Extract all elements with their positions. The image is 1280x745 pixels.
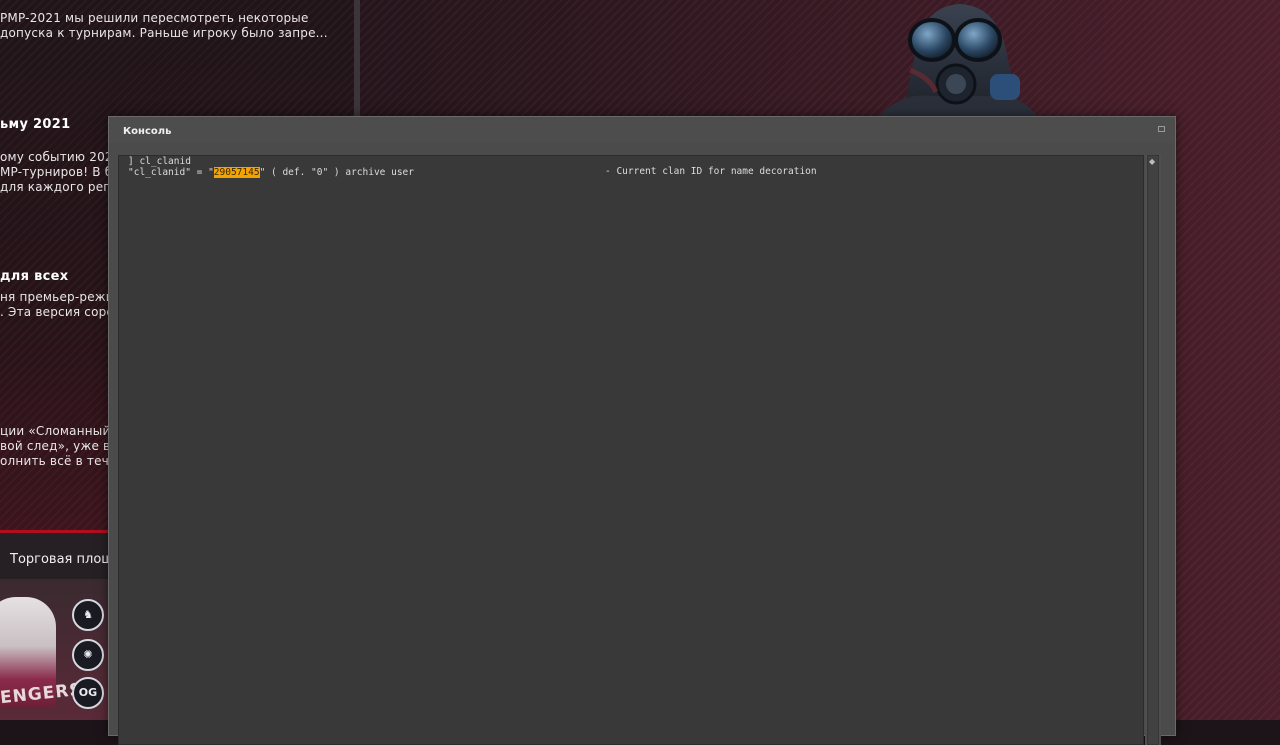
- news-item-text: вой след», уже вы: [0, 439, 121, 453]
- console-title: Консоль: [123, 126, 172, 137]
- console-scrollbar[interactable]: ◆: [1145, 155, 1161, 745]
- og-logo-icon: OG: [72, 677, 104, 709]
- news-item-title[interactable]: для всех: [0, 269, 68, 284]
- news-item-text: PMP-2021 мы решили пересмотреть некоторы…: [0, 11, 309, 25]
- news-item-text: ции «Сломанный: [0, 424, 111, 438]
- news-item-text: MP-турниров! В бл: [0, 165, 121, 179]
- console-var-line: "cl_clanid" = "29057145" ( def. "0" ) ar…: [128, 167, 414, 178]
- console-command-line: ] cl_clanid: [128, 156, 191, 167]
- scroll-up-icon[interactable]: ◆: [1149, 158, 1155, 166]
- liquid-logo-icon: ♞: [72, 599, 104, 631]
- scrollbar-track[interactable]: [1147, 155, 1159, 745]
- market-tab-label: Торговая площ: [10, 552, 110, 567]
- og-logo-label: OG: [78, 686, 98, 699]
- news-item-text: допуска к турнирам. Раньше игроку было з…: [0, 26, 328, 40]
- var-prefix: "cl_clanid" = ": [128, 167, 214, 178]
- console-window[interactable]: Консоль ] cl_clanid "cl_clanid" = "29057…: [108, 116, 1176, 745]
- maximize-icon[interactable]: [1158, 126, 1165, 132]
- console-output[interactable]: ] cl_clanid "cl_clanid" = "29057145" ( d…: [118, 155, 1144, 745]
- navi-logo-icon: ✺: [72, 639, 104, 671]
- news-item-text: . Эта версия соре: [0, 305, 115, 319]
- news-item-text: ому событию 2021: [0, 150, 121, 164]
- var-value-highlight: 29057145: [213, 167, 260, 178]
- console-help-text: - Current clan ID for name decoration: [605, 166, 817, 177]
- news-item-text: олнить всё в тече: [0, 454, 117, 468]
- news-item-title[interactable]: ьму 2021: [0, 117, 70, 132]
- panel-divider: [354, 0, 360, 118]
- market-item-tile[interactable]: ENGERS ♞ ✺ OG: [0, 579, 110, 720]
- news-item-text: для каждого рег: [0, 180, 110, 194]
- news-item-text: ня премьер-режи: [0, 290, 114, 304]
- console-titlebar[interactable]: Консоль: [109, 117, 1175, 143]
- agent-gasmask-figure: [878, 4, 1038, 118]
- var-suffix: " ( def. "0" ) archive user: [259, 167, 414, 178]
- market-tab[interactable]: Торговая площ: [0, 533, 110, 579]
